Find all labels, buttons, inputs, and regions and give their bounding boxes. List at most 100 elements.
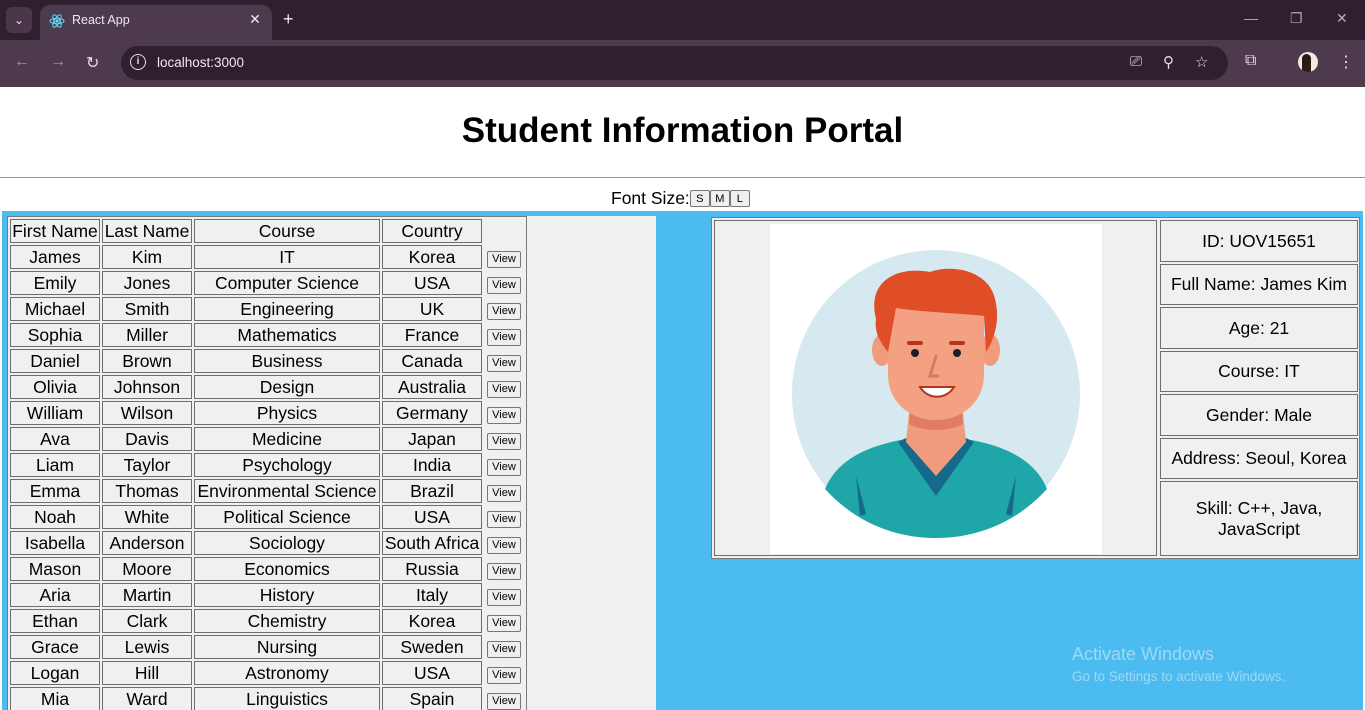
header-country: Country	[382, 219, 482, 243]
extensions-icon[interactable]: ⧉	[1245, 52, 1256, 70]
font-large-button[interactable]: L	[729, 190, 750, 207]
cell-action: View	[484, 661, 524, 685]
cell-country: USA	[382, 661, 482, 685]
table-row: Liam Taylor Psychology India View	[10, 453, 524, 477]
view-button[interactable]: View	[487, 328, 521, 346]
font-small-button[interactable]: S	[689, 190, 710, 207]
header-action	[484, 219, 524, 243]
cell-last-name: Thomas	[102, 479, 192, 503]
cell-last-name: Martin	[102, 583, 192, 607]
table-row: Ethan Clark Chemistry Korea View	[10, 609, 524, 633]
tab-close-icon[interactable]: ✕	[246, 11, 264, 28]
cell-first-name: Isabella	[10, 531, 100, 555]
view-button[interactable]: View	[487, 250, 521, 268]
view-button[interactable]: View	[487, 588, 521, 606]
view-button[interactable]: View	[487, 640, 521, 658]
table-row: Emma Thomas Environmental Science Brazil Vie…	[10, 479, 524, 503]
cell-last-name: Ward	[102, 687, 192, 710]
cell-course: Computer Science	[194, 271, 380, 295]
browser-menu-icon[interactable]: ⋮	[1338, 52, 1354, 72]
cell-last-name: Taylor	[102, 453, 192, 477]
window-close-icon[interactable]: ✕	[1336, 10, 1348, 27]
back-icon[interactable]: ←	[14, 53, 30, 71]
cell-action: View	[484, 245, 524, 269]
cell-course: Engineering	[194, 297, 380, 321]
cell-course: Linguistics	[194, 687, 380, 710]
cell-course: Psychology	[194, 453, 380, 477]
cell-country: Australia	[382, 375, 482, 399]
view-button[interactable]: View	[487, 302, 521, 320]
reload-icon[interactable]: ↻	[86, 53, 99, 73]
cell-action: View	[484, 505, 524, 529]
cell-course: Nursing	[194, 635, 380, 659]
cell-last-name: Jones	[102, 271, 192, 295]
cell-country: Korea	[382, 245, 482, 269]
table-row: Logan Hill Astronomy USA View	[10, 661, 524, 685]
table-row: William Wilson Physics Germany View	[10, 401, 524, 425]
restore-icon[interactable]: ❐	[1290, 10, 1303, 27]
cell-first-name: Logan	[10, 661, 100, 685]
font-size-control: Font Size: S M L	[611, 188, 750, 209]
view-button[interactable]: View	[487, 354, 521, 372]
detail-course: Course: IT	[1160, 351, 1358, 392]
cell-country: USA	[382, 505, 482, 529]
browser-tab[interactable]: React App ✕	[40, 5, 272, 40]
page-body: Student Information Portal Font Size: S …	[0, 87, 1365, 710]
cell-action: View	[484, 583, 524, 607]
table-row: Michael Smith Engineering UK View	[10, 297, 524, 321]
table-row: Sophia Miller Mathematics France View	[10, 323, 524, 347]
cell-last-name: Anderson	[102, 531, 192, 555]
cell-course: IT	[194, 245, 380, 269]
cell-last-name: White	[102, 505, 192, 529]
view-button[interactable]: View	[487, 406, 521, 424]
view-button[interactable]: View	[487, 536, 521, 554]
view-button[interactable]: View	[487, 692, 521, 710]
zoom-icon[interactable]: ⚲	[1163, 53, 1174, 71]
cell-action: View	[484, 297, 524, 321]
view-button[interactable]: View	[487, 510, 521, 528]
cell-course: Chemistry	[194, 609, 380, 633]
cell-course: Physics	[194, 401, 380, 425]
cell-first-name: Aria	[10, 583, 100, 607]
site-info-icon[interactable]: i	[130, 54, 146, 70]
browser-tab-bar: ⌄ React App ✕ + — ❐ ✕	[0, 0, 1365, 40]
address-bar[interactable]: i localhost:3000 ⎚ ⚲ ☆	[121, 46, 1228, 80]
cell-country: Korea	[382, 609, 482, 633]
cell-action: View	[484, 349, 524, 373]
forward-icon[interactable]: →	[50, 53, 66, 71]
activate-windows-title: Activate Windows	[1072, 644, 1215, 664]
cell-last-name: Brown	[102, 349, 192, 373]
view-button[interactable]: View	[487, 484, 521, 502]
view-button[interactable]: View	[487, 562, 521, 580]
view-button[interactable]: View	[487, 458, 521, 476]
cell-first-name: Grace	[10, 635, 100, 659]
tab-title: React App	[72, 13, 130, 27]
cell-last-name: Miller	[102, 323, 192, 347]
view-button[interactable]: View	[487, 432, 521, 450]
tab-search-chevron-icon[interactable]: ⌄	[6, 7, 32, 33]
bookmark-star-icon[interactable]: ☆	[1195, 53, 1208, 71]
photo-cell	[714, 220, 1157, 556]
view-button[interactable]: View	[487, 276, 521, 294]
divider	[0, 177, 1365, 178]
table-header-row: First Name Last Name Course Country	[10, 219, 524, 243]
detail-gender: Gender: Male	[1160, 394, 1358, 436]
view-button[interactable]: View	[487, 380, 521, 398]
view-button[interactable]: View	[487, 614, 521, 632]
url-text[interactable]: localhost:3000	[157, 55, 244, 70]
table-row: James Kim IT Korea View	[10, 245, 524, 269]
minimize-icon[interactable]: —	[1244, 10, 1258, 26]
view-button[interactable]: View	[487, 666, 521, 684]
cell-first-name: Michael	[10, 297, 100, 321]
cell-first-name: Noah	[10, 505, 100, 529]
main-content: First Name Last Name Course Country Jame…	[2, 211, 1363, 710]
font-medium-button[interactable]: M	[709, 190, 730, 207]
cell-last-name: Clark	[102, 609, 192, 633]
profile-avatar[interactable]	[1298, 52, 1318, 72]
new-tab-icon[interactable]: +	[283, 9, 294, 30]
install-app-icon[interactable]: ⎚	[1130, 53, 1142, 70]
table-row: Daniel Brown Business Canada View	[10, 349, 524, 373]
cell-first-name: Olivia	[10, 375, 100, 399]
cell-first-name: Emma	[10, 479, 100, 503]
detail-skill: Skill: C++, Java, JavaScript	[1160, 481, 1358, 556]
